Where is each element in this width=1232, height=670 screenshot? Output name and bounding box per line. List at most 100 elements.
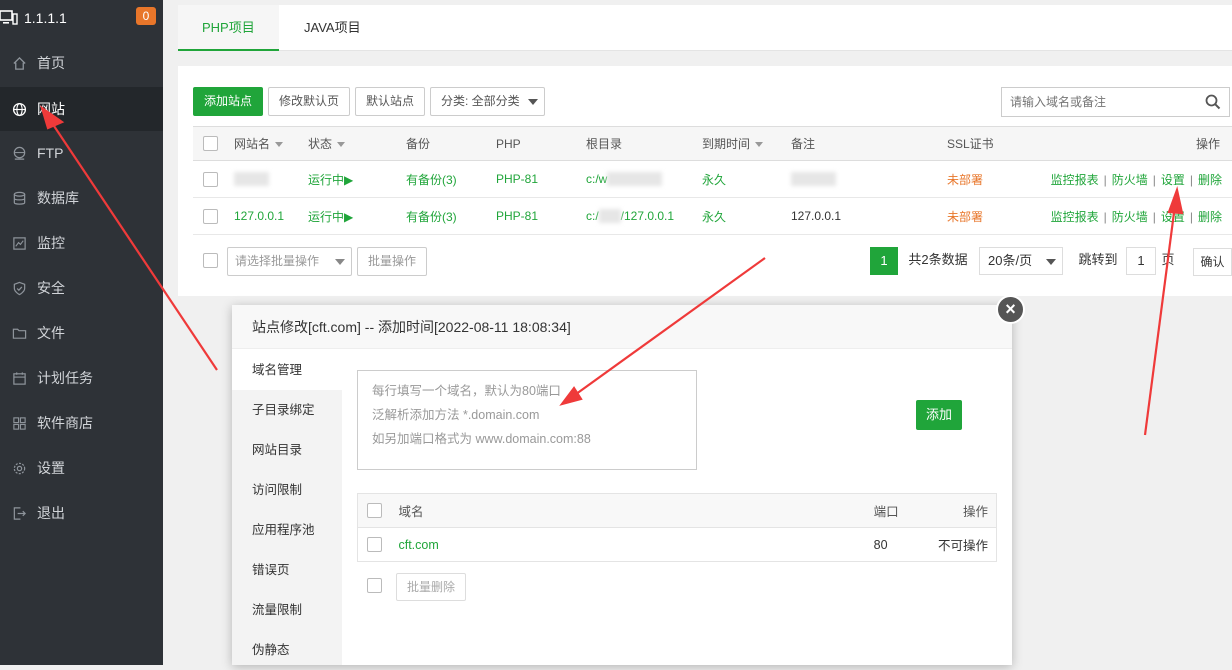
site-search — [1001, 87, 1230, 117]
sort-icon — [275, 142, 284, 148]
ssl-cell[interactable]: 未部署 — [947, 160, 1029, 198]
col-site-name[interactable]: 网站名 — [234, 126, 308, 161]
root-cell[interactable]: c://127.0.0.1 — [586, 197, 702, 235]
modal-nav-access[interactable]: 访问限制 — [232, 470, 342, 510]
port-cell: 80 — [873, 537, 888, 552]
redacted-site-name — [234, 172, 269, 187]
modal-nav-site-dir[interactable]: 网站目录 — [232, 430, 342, 470]
modal-nav-traffic[interactable]: 流量限制 — [232, 590, 342, 630]
sidebar-item-website[interactable]: 网站 — [0, 87, 163, 131]
modal-nav-error-page[interactable]: 错误页 — [232, 550, 342, 590]
sidebar-item-label: 安全 — [37, 280, 65, 296]
notification-badge[interactable]: 0 — [136, 7, 156, 25]
site-name-cell[interactable] — [234, 160, 308, 198]
select-all-checkbox[interactable] — [203, 136, 218, 152]
delete-link[interactable]: 删除 — [1198, 210, 1222, 224]
gear-icon — [11, 460, 27, 476]
php-cell[interactable]: PHP-81 — [496, 197, 586, 235]
home-icon — [11, 55, 27, 71]
domain-cell[interactable]: cft.com — [397, 528, 872, 562]
project-tabs: PHP项目 JAVA项目 — [178, 5, 1232, 51]
settings-link[interactable]: 设置 — [1161, 173, 1185, 187]
col-expire[interactable]: 到期时间 — [702, 126, 791, 161]
per-page-select[interactable]: 20条/页 — [979, 247, 1063, 275]
sidebar-item-label: 首页 — [37, 55, 65, 71]
remark-cell[interactable] — [791, 160, 947, 198]
category-select[interactable]: 分类: 全部分类 — [430, 87, 545, 116]
search-icon[interactable] — [1205, 94, 1221, 110]
sidebar-item-label: 数据库 — [37, 190, 79, 206]
status-cell[interactable]: 运行中▶ — [308, 160, 406, 198]
jump-page-input[interactable]: 1 — [1126, 247, 1156, 275]
chevron-down-icon — [528, 99, 538, 105]
ssl-cell[interactable]: 未部署 — [947, 197, 1029, 235]
bulk-action-button[interactable]: 批量操作 — [357, 247, 427, 276]
firewall-link[interactable]: 防火墙 — [1112, 173, 1148, 187]
total-count: 共2条数据 — [908, 252, 968, 267]
sidebar-item-cron[interactable]: 计划任务 — [0, 356, 163, 400]
expire-cell[interactable]: 永久 — [702, 160, 791, 198]
row-checkbox[interactable] — [203, 208, 218, 224]
sidebar-item-logout[interactable]: 退出 — [0, 491, 163, 535]
bulk-delete-checkbox[interactable] — [367, 578, 382, 593]
firewall-link[interactable]: 防火墙 — [1112, 210, 1148, 224]
tab-php-projects[interactable]: PHP项目 — [178, 5, 279, 51]
domain-row-checkbox[interactable] — [367, 537, 382, 553]
modal-nav-rewrite[interactable]: 伪静态 — [232, 630, 342, 670]
page-unit: 页 — [1161, 252, 1175, 267]
delete-link[interactable]: 删除 — [1198, 173, 1222, 187]
sidebar-item-database[interactable]: 数据库 — [0, 176, 163, 220]
php-cell[interactable]: PHP-81 — [496, 160, 586, 198]
sidebar-item-security[interactable]: 安全 — [0, 266, 163, 310]
monitor-report-link[interactable]: 监控报表 — [1051, 210, 1099, 224]
status-cell[interactable]: 运行中▶ — [308, 197, 406, 235]
redacted-remark — [791, 172, 836, 187]
sort-icon — [337, 142, 346, 148]
bulk-delete-button[interactable]: 批量删除 — [396, 573, 466, 601]
modal-title: 站点修改[cft.com] -- 添加时间[2022-08-11 18:08:3… — [232, 305, 1012, 349]
expire-cell[interactable]: 永久 — [702, 197, 791, 235]
root-cell[interactable]: c:/w — [586, 160, 702, 198]
edit-default-page-button[interactable]: 修改默认页 — [268, 87, 350, 116]
page-current[interactable]: 1 — [870, 247, 898, 275]
placeholder-line: 如另加端口格式为 www.domain.com:88 — [372, 432, 591, 446]
default-site-button[interactable]: 默认站点 — [355, 87, 425, 116]
backup-cell[interactable]: 有备份(3) — [406, 160, 496, 198]
settings-link[interactable]: 设置 — [1161, 210, 1185, 224]
sidebar-item-settings[interactable]: 设置 — [0, 446, 163, 490]
remark-cell[interactable]: 127.0.0.1 — [791, 197, 947, 235]
sidebar-item-app-store[interactable]: 软件商店 — [0, 401, 163, 445]
sidebar-item-monitor[interactable]: 监控 — [0, 221, 163, 265]
tab-java-projects[interactable]: JAVA项目 — [280, 5, 385, 51]
col-remark: 备注 — [791, 126, 947, 161]
jump-confirm-button[interactable]: 确认 — [1193, 248, 1232, 276]
modal-nav-domain[interactable]: 域名管理 — [232, 350, 342, 390]
col-php: PHP — [496, 126, 586, 161]
bulk-action-select[interactable]: 请选择批量操作 — [227, 247, 352, 276]
sidebar-item-ftp[interactable]: FTP — [0, 131, 163, 175]
modal-close-button[interactable]: × — [996, 295, 1025, 324]
domain-textarea[interactable]: 每行填写一个域名，默认为80端口 泛解析添加方法 *.domain.com 如另… — [357, 370, 697, 470]
backup-cell[interactable]: 有备份(3) — [406, 197, 496, 235]
monitor-report-link[interactable]: 监控报表 — [1051, 173, 1099, 187]
add-site-button[interactable]: 添加站点 — [193, 87, 263, 116]
domain-select-all-checkbox[interactable] — [367, 503, 382, 519]
site-name-cell[interactable]: 127.0.0.1 — [234, 197, 308, 235]
server-icon — [0, 9, 18, 26]
chevron-down-icon — [1046, 259, 1056, 265]
sidebar-item-home[interactable]: 首页 — [0, 41, 163, 85]
add-domain-button[interactable]: 添加 — [916, 400, 962, 430]
col-port: 端口 — [872, 493, 937, 528]
placeholder-line: 每行填写一个域名，默认为80端口 — [372, 384, 561, 398]
row-checkbox[interactable] — [203, 171, 218, 187]
col-status[interactable]: 状态 — [308, 126, 406, 161]
modal-nav-subdir[interactable]: 子目录绑定 — [232, 390, 342, 430]
modal-nav-app-pool[interactable]: 应用程序池 — [232, 510, 342, 550]
apps-icon — [11, 415, 27, 431]
bulk-select-all-checkbox[interactable] — [203, 253, 218, 268]
redacted-path — [607, 172, 663, 187]
domain-ops-cell: 不可操作 — [937, 539, 988, 553]
sidebar-item-files[interactable]: 文件 — [0, 311, 163, 355]
globe-icon — [11, 101, 27, 117]
search-input[interactable] — [1002, 88, 1192, 116]
